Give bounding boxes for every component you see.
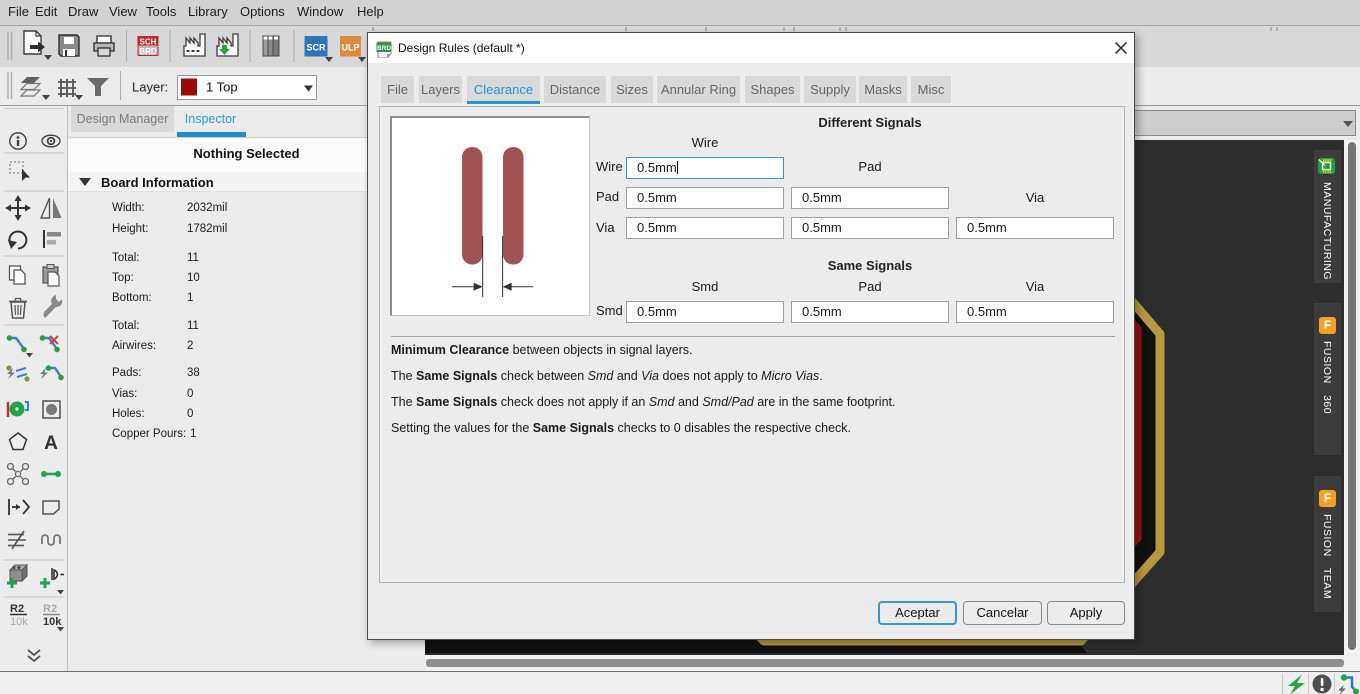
svg-text:SCH: SCH (140, 38, 157, 47)
svg-text:A: A (44, 433, 58, 454)
svg-text:BRD: BRD (377, 45, 391, 52)
svg-text:10k: 10k (10, 616, 28, 628)
svg-text:R2: R2 (43, 603, 57, 615)
svg-text:SCR: SCR (306, 43, 326, 53)
svg-text:Layer:: Layer: (132, 80, 168, 95)
svg-text:10k: 10k (43, 616, 62, 628)
svg-text:1 Top: 1 Top (206, 80, 238, 95)
svg-text:R2: R2 (10, 603, 24, 615)
svg-text:BRD: BRD (139, 47, 157, 56)
svg-text:ULP: ULP (342, 43, 360, 53)
